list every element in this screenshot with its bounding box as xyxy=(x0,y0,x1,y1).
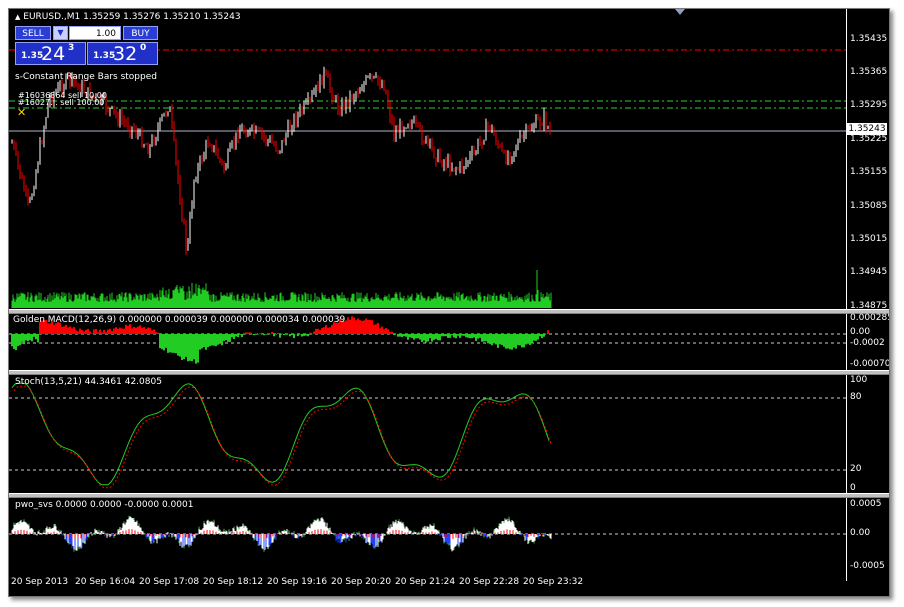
ask-price-big: 32 xyxy=(113,43,138,65)
lot-dropdown-icon[interactable]: ▼ xyxy=(53,26,68,40)
pwo-tick: 0.00 xyxy=(850,528,871,538)
macd-tick: -0.000706 xyxy=(850,359,890,369)
pwo-tick: 0.0005 xyxy=(850,499,882,509)
time-tick: 20 Sep 19:16 xyxy=(267,577,328,587)
time-tick: 20 Sep 22:28 xyxy=(459,577,520,587)
status-text: s-Constant Range Bars stopped xyxy=(15,72,157,82)
bid-price-big: 24 xyxy=(41,43,66,65)
price-tick: 1.35015 xyxy=(850,234,888,244)
sell-button[interactable]: SELL xyxy=(15,26,51,40)
stoch-tick: 100 xyxy=(850,375,868,385)
order-label-2: #16027... sell 100.00 xyxy=(18,98,105,107)
time-tick: 20 Sep 21:24 xyxy=(395,577,456,587)
arrow-marker-icon: ✕ xyxy=(17,106,27,119)
bid-price-sup: 3 xyxy=(68,43,75,53)
time-tick: 20 Sep 2013 xyxy=(11,577,69,587)
time-tick: 20 Sep 23:32 xyxy=(523,577,584,587)
price-tick: 1.35155 xyxy=(850,167,888,177)
macd-label: Golden MACD(12,26,9) 0.000000 0.000039 0… xyxy=(13,315,346,325)
price-tick: 1.35085 xyxy=(850,201,888,211)
macd-tick: 0.000285 xyxy=(850,313,890,323)
price-tick: 1.35435 xyxy=(850,34,888,44)
stoch-label: Stoch(13,5,21) 44.3461 42.0805 xyxy=(15,377,162,387)
pwo-pane-separator[interactable] xyxy=(9,493,889,498)
ask-price-button[interactable]: 1.35 32 0 xyxy=(87,42,158,65)
macd-pane-separator[interactable] xyxy=(9,309,889,314)
pwo-label: pwo_svs 0.0000 0.0000 -0.0000 0.0001 xyxy=(15,500,194,510)
bid-price-button[interactable]: 1.35 24 3 xyxy=(15,42,86,65)
stoch-pane-separator[interactable] xyxy=(9,370,889,375)
pwo-tick: -0.0005 xyxy=(850,561,885,571)
price-tick: 1.35225 xyxy=(850,134,888,144)
stoch-tick: 80 xyxy=(850,392,862,402)
one-click-trade-panel: SELL ▼ 1.00 BUY 1.35 24 3 1.35 32 0 xyxy=(15,25,158,65)
bid-price-small: 1.35 xyxy=(21,51,44,61)
price-tick: 1.35295 xyxy=(850,100,888,110)
price-tick: 1.34945 xyxy=(850,267,888,277)
time-tick: 20 Sep 17:08 xyxy=(139,577,200,587)
current-price-label: 1.35243 xyxy=(847,123,887,135)
time-tick: 20 Sep 20:20 xyxy=(331,577,392,587)
macd-tick: 0.00 xyxy=(850,327,871,337)
time-tick: 20 Sep 16:04 xyxy=(75,577,136,587)
time-tick: 20 Sep 18:12 xyxy=(203,577,264,587)
lot-size-input[interactable]: 1.00 xyxy=(69,26,121,40)
chart-window: ▲ EURUSD.,M1 1.35259 1.35276 1.35210 1.3… xyxy=(8,8,890,597)
ask-price-small: 1.35 xyxy=(93,51,116,61)
stoch-tick: 20 xyxy=(850,464,862,474)
price-tick: 1.35365 xyxy=(850,67,888,77)
stoch-tick: 0 xyxy=(850,483,856,493)
macd-tick: -0.0002 xyxy=(850,338,885,348)
buy-button[interactable]: BUY xyxy=(123,26,158,40)
ask-price-sup: 0 xyxy=(140,43,147,53)
